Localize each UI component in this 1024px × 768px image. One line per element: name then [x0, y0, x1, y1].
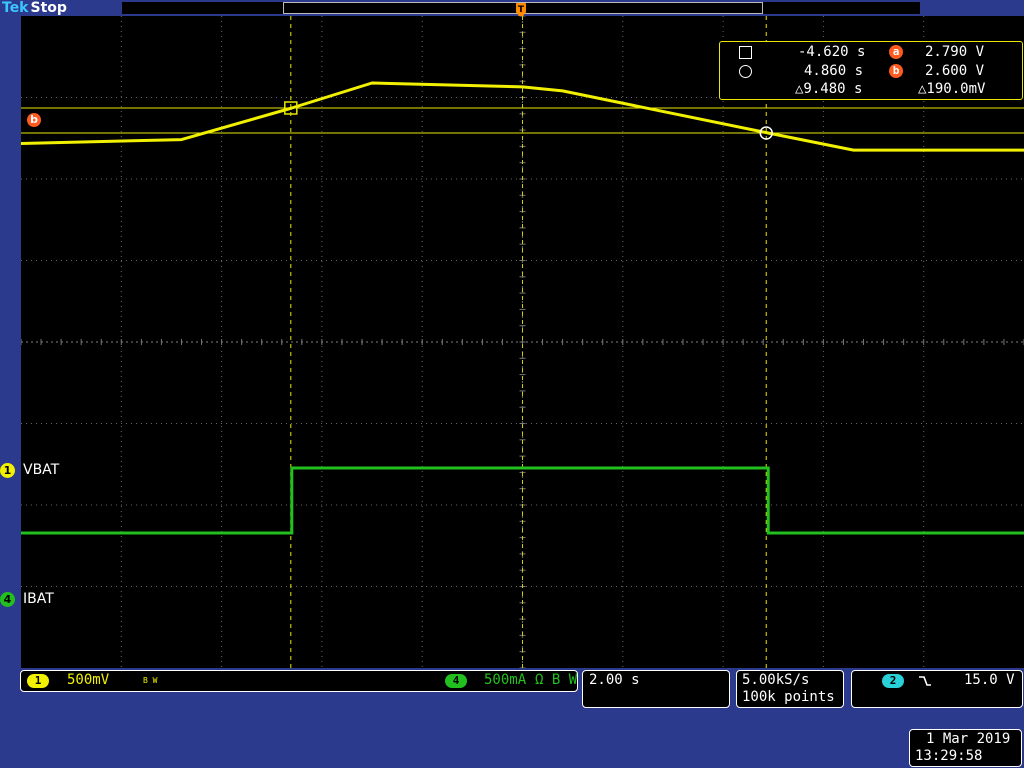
- acquisition-box[interactable]: 5.00kS/s 100k points: [736, 670, 844, 708]
- cursor-a-badge: a: [889, 45, 903, 59]
- ref-line-b-marker[interactable]: b: [27, 113, 41, 127]
- time: 13:29:58: [915, 748, 983, 764]
- channel-settings-bar[interactable]: 1 500mV B W 4 500mA Ω B W: [20, 670, 578, 692]
- square-cursor-icon: [739, 46, 752, 59]
- cursor-b-value: 2.600 V: [925, 63, 985, 79]
- trigger-level: 15.0 V: [964, 672, 1015, 688]
- ch1-label: VBAT: [23, 462, 60, 478]
- top-status-bar: Tek Stop T: [0, 0, 1024, 20]
- ch4-badge[interactable]: 4: [445, 674, 467, 688]
- delta-time: △9.480 s: [795, 81, 863, 97]
- timebase-box[interactable]: 2.00 s: [582, 670, 730, 708]
- timebase-scale: 2.00 s: [589, 672, 640, 688]
- record-length: 100k points: [742, 689, 835, 705]
- ch4-scale[interactable]: 500mA: [484, 672, 526, 688]
- falling-edge-icon: [918, 675, 932, 691]
- trigger-box[interactable]: 2 15.0 V: [851, 670, 1023, 708]
- delta-value: △190.0mV: [918, 81, 986, 97]
- circle-cursor-icon: [739, 65, 752, 78]
- ch1-marker-badge[interactable]: 1: [0, 463, 15, 478]
- cursor-a-value: 2.790 V: [925, 44, 985, 60]
- sample-rate: 5.00kS/s: [742, 672, 810, 688]
- ch4-coupling-flag: Ω B W: [535, 672, 578, 688]
- ch4-label: IBAT: [23, 591, 54, 607]
- brand-and-run-state: Tek Stop: [2, 0, 67, 16]
- date: 1 Mar 2019: [926, 731, 1011, 747]
- ch1-badge[interactable]: 1: [27, 674, 49, 688]
- cursor-b-badge: b: [889, 64, 903, 78]
- ch1-scale[interactable]: 500mV: [67, 672, 109, 688]
- brand-logo: Tek: [2, 0, 29, 16]
- trigger-channel-badge: 2: [882, 674, 904, 688]
- waveform-plot: [21, 16, 1024, 668]
- cursor2-time: 4.860 s: [804, 63, 864, 79]
- waveform-display[interactable]: [21, 16, 1024, 668]
- ch4-marker-badge[interactable]: 4: [0, 592, 15, 607]
- cursor1-time: -4.620 s: [798, 44, 866, 60]
- datetime-box: 1 Mar 2019 13:29:58: [909, 729, 1022, 767]
- run-state[interactable]: Stop: [31, 0, 67, 16]
- cursor-readout: -4.620 s a 2.790 V 4.860 s b 2.600 V △9.…: [719, 41, 1023, 100]
- ch1-bandwidth-flag: B W: [143, 676, 158, 685]
